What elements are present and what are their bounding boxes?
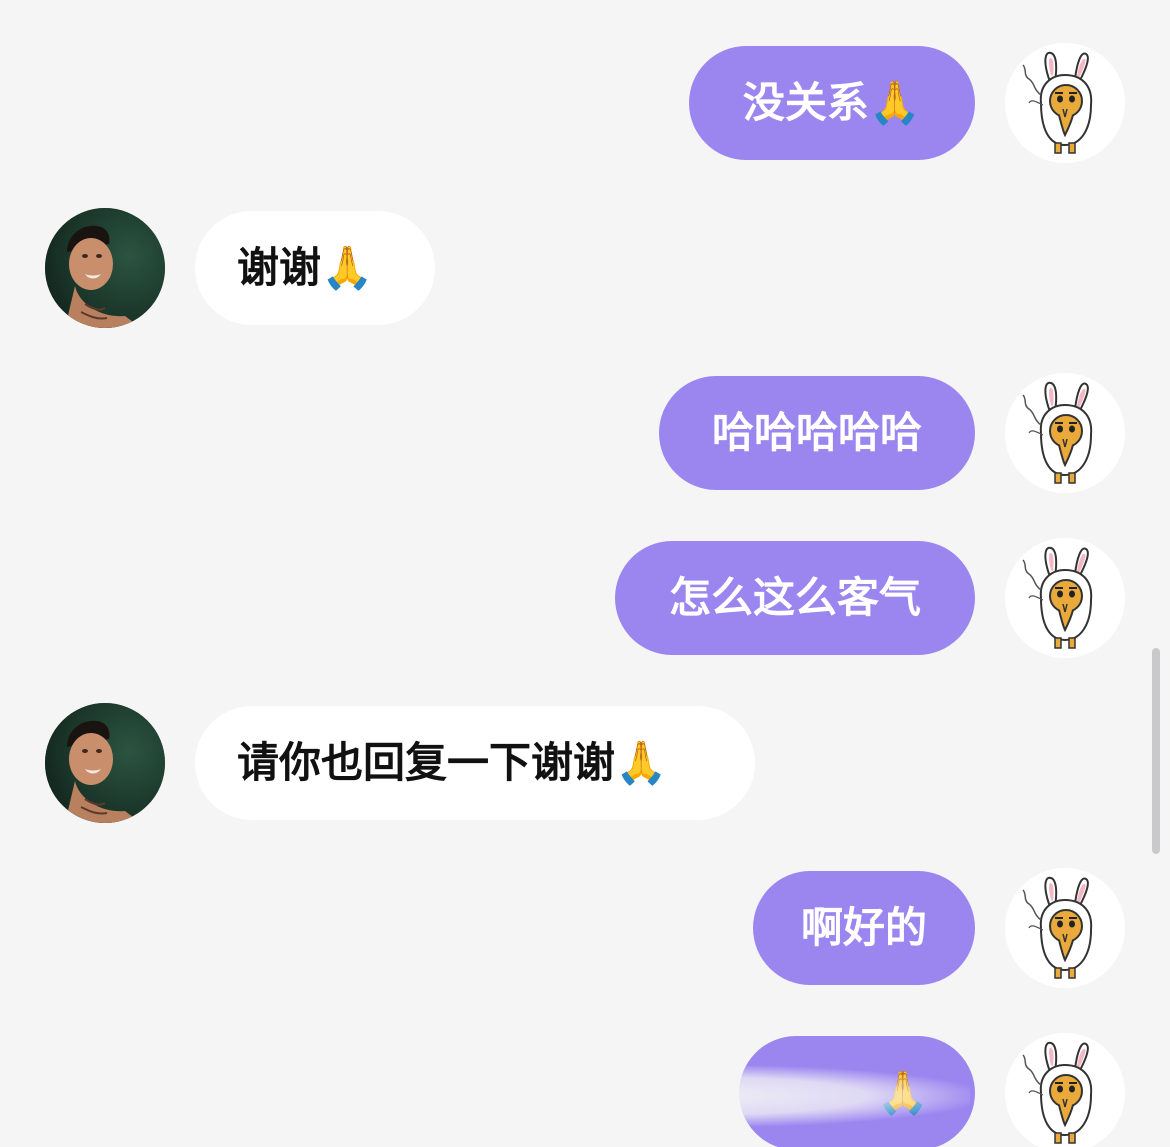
contact-avatar[interactable] xyxy=(45,703,165,823)
message-row: 没关系🙏 xyxy=(0,43,1170,163)
message-row: 哈哈哈哈哈 xyxy=(0,373,1170,493)
person-in-water-icon xyxy=(45,208,165,328)
message-text: 啊好的 xyxy=(800,903,927,952)
message-text: 请你也回复一下谢谢🙏 xyxy=(237,738,668,787)
message-bubble-self[interactable]: 🙏 xyxy=(739,1036,975,1147)
message-bubble-other[interactable]: 请你也回复一下谢谢🙏 xyxy=(195,706,755,820)
bunny-costume-character-icon xyxy=(1005,373,1125,493)
self-avatar[interactable] xyxy=(1005,373,1125,493)
message-bubble-self[interactable]: 啊好的 xyxy=(753,871,975,985)
message-row: 怎么这么客气 xyxy=(0,538,1170,658)
message-bubble-other[interactable]: 谢谢🙏 xyxy=(195,211,435,325)
self-avatar[interactable] xyxy=(1005,43,1125,163)
self-avatar[interactable] xyxy=(1005,868,1125,988)
message-bubble-self[interactable]: 怎么这么客气 xyxy=(615,541,975,655)
scrollbar[interactable] xyxy=(1152,648,1160,854)
message-row: 啊好的 xyxy=(0,868,1170,988)
self-avatar[interactable] xyxy=(1005,1033,1125,1147)
message-row: 🙏 xyxy=(0,1033,1170,1147)
person-in-water-icon xyxy=(45,703,165,823)
message-row: 谢谢🙏 xyxy=(0,208,1170,328)
message-text: 怎么这么客气 xyxy=(668,573,921,622)
self-avatar[interactable] xyxy=(1005,538,1125,658)
message-bubble-self[interactable]: 没关系🙏 xyxy=(689,46,975,160)
bunny-costume-character-icon xyxy=(1005,868,1125,988)
message-row: 请你也回复一下谢谢🙏 xyxy=(0,703,1170,823)
message-text: 没关系🙏 xyxy=(742,78,922,127)
message-text: 哈哈哈哈哈 xyxy=(711,408,922,457)
message-bubble-self[interactable]: 哈哈哈哈哈 xyxy=(659,376,975,490)
message-text: 谢谢🙏 xyxy=(237,243,374,292)
message-text: 🙏 xyxy=(876,1068,929,1117)
bunny-costume-character-icon xyxy=(1005,1033,1125,1147)
bunny-costume-character-icon xyxy=(1005,43,1125,163)
contact-avatar[interactable] xyxy=(45,208,165,328)
bunny-costume-character-icon xyxy=(1005,538,1125,658)
